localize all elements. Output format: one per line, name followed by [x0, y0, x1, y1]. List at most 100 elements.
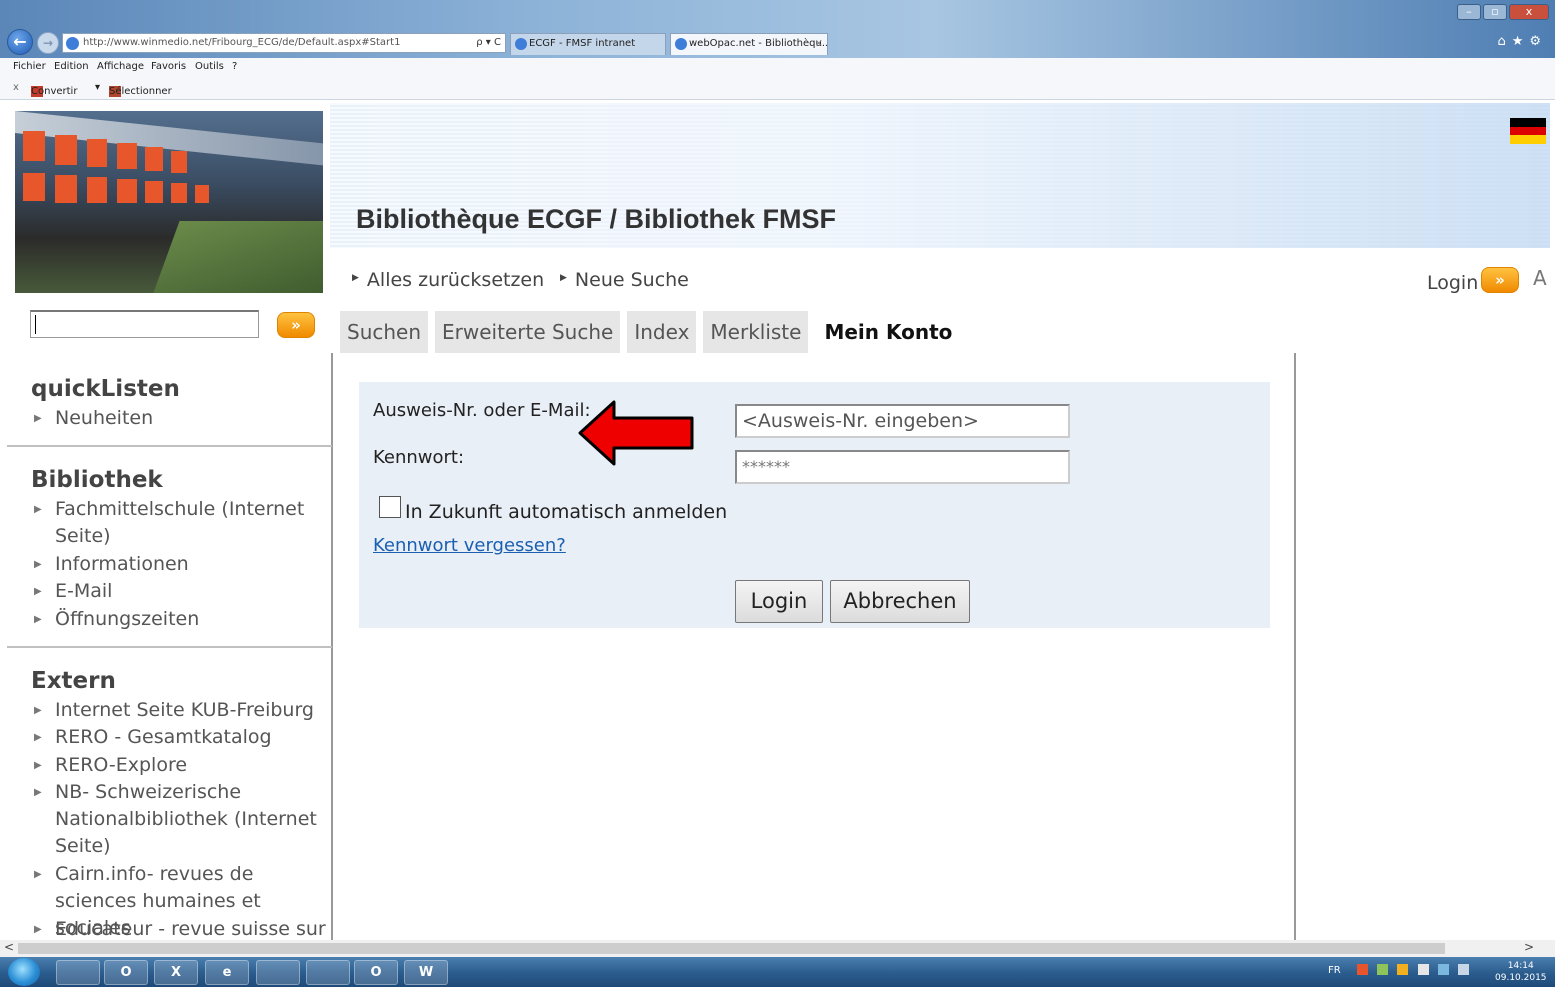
quick-search-go-button[interactable]: »	[277, 312, 315, 338]
taskbar-outlook-icon[interactable]: O	[354, 960, 398, 985]
tab-mein-konto[interactable]: Mein Konto	[815, 311, 962, 353]
clock-time: 14:14	[1507, 961, 1534, 971]
sidebar-item-email[interactable]: ▶ E-Mail	[34, 578, 334, 605]
bullet-icon: ▶	[34, 504, 42, 515]
main-tabs: Suchen Erweiterte Suche Index Merkliste …	[340, 311, 962, 353]
command-close-icon[interactable]: x	[13, 82, 19, 93]
menu-edition[interactable]: Edition	[54, 61, 89, 72]
taskbar-word-icon[interactable]: W	[404, 960, 448, 985]
bullet-icon: ▶	[34, 760, 42, 771]
taskbar: O X e O W FR 14:14 09.10.2015	[0, 957, 1555, 987]
bibliothek-heading: Bibliothek	[31, 467, 163, 493]
sidebar-item-fachmittelschule[interactable]: ▶ Fachmittelschule (Internet Seite)	[34, 496, 334, 550]
tray-app-icon[interactable]	[1417, 964, 1429, 975]
reset-link-label: Alles zurücksetzen	[366, 269, 545, 291]
convert-dropdown-icon[interactable]: ▾	[95, 82, 100, 93]
tab-label: webOpac.net - Bibliothèqu...	[689, 38, 828, 49]
triangle-bullet-icon: ▶	[352, 273, 359, 283]
forgot-password-link[interactable]: Kennwort vergessen?	[373, 535, 566, 556]
content-right-divider	[1294, 353, 1296, 940]
back-arrow-icon[interactable]: ←	[7, 29, 33, 55]
clock[interactable]: 14:14 09.10.2015	[1495, 960, 1547, 984]
command-bar: x Convertir ▾ Sélectionner	[0, 78, 1555, 100]
horizontal-scrollbar[interactable]: < >	[0, 940, 1555, 957]
tab-close-icon[interactable]: ×	[815, 34, 823, 54]
new-search-link-label: Neue Suche	[574, 269, 689, 291]
library-building-photo	[15, 111, 323, 293]
clock-date: 09.10.2015	[1495, 973, 1547, 983]
menu-favoris[interactable]: Favoris	[151, 61, 186, 72]
password-input[interactable]: ******	[735, 450, 1070, 484]
forward-arrow-icon[interactable]: →	[37, 32, 59, 54]
maximize-button[interactable]: ▫	[1483, 4, 1507, 20]
address-url: http://www.winmedio.net/Fribourg_ECG/de/…	[83, 37, 401, 48]
bullet-icon: ▶	[34, 732, 42, 743]
taskbar-chrome-icon[interactable]	[256, 960, 300, 985]
tray-network-icon[interactable]	[1437, 964, 1449, 975]
tab-label: ECGF - FMSF intranet	[529, 38, 636, 49]
bullet-icon: ▶	[34, 559, 42, 570]
new-search-link[interactable]: ▶ Neue Suche	[560, 269, 689, 291]
taskbar-office-icon[interactable]: O	[104, 960, 148, 985]
german-flag-icon[interactable]	[1510, 118, 1546, 144]
address-bar[interactable]: http://www.winmedio.net/Fribourg_ECG/de/…	[62, 33, 506, 53]
bullet-icon: ▶	[34, 586, 42, 597]
tab-suchen[interactable]: Suchen	[340, 311, 429, 353]
tray-volume-icon[interactable]	[1458, 964, 1470, 975]
auto-login-checkbox[interactable]	[379, 496, 401, 518]
minimize-button[interactable]: –	[1457, 4, 1481, 20]
menu-outils[interactable]: Outils	[195, 61, 224, 72]
browser-tab-intranet[interactable]: ECGF - FMSF intranet	[510, 33, 666, 55]
menu-affichage[interactable]: Affichage	[97, 61, 144, 72]
bullet-icon: ▶	[34, 705, 42, 716]
login-link[interactable]: Login	[1427, 272, 1478, 294]
triangle-bullet-icon: ▶	[560, 273, 567, 283]
sidebar-item-rero-explore[interactable]: ▶ RERO-Explore	[34, 752, 334, 779]
tray-app-icon[interactable]	[1397, 964, 1409, 975]
taskbar-excel-icon[interactable]: X	[154, 960, 198, 985]
sidebar-item-nb[interactable]: ▶ NB- Schweizerische Nationalbibliothek (…	[34, 779, 334, 860]
browser-titlebar: – ▫ x ← → http://www.winmedio.net/Fribou…	[0, 0, 1555, 58]
sidebar-item-educateur[interactable]: ▶ Educateur - revue suisse sur	[34, 916, 334, 940]
convert-label: Convertir	[31, 86, 78, 97]
sidebar-item-informationen[interactable]: ▶ Informationen	[34, 551, 334, 578]
taskbar-files-icon[interactable]	[306, 960, 350, 985]
tab-index[interactable]: Index	[627, 311, 697, 353]
font-size-toggle[interactable]: A	[1533, 266, 1547, 290]
bullet-icon: ▶	[34, 614, 42, 625]
menu-fichier[interactable]: Fichier	[13, 61, 46, 72]
tray-app-icon[interactable]	[1357, 964, 1369, 975]
id-input[interactable]: <Ausweis-Nr. eingeben>	[735, 404, 1070, 438]
quick-search-input[interactable]	[30, 310, 259, 338]
scroll-left-arrow-icon[interactable]: <	[4, 940, 14, 954]
sidebar-separator	[7, 646, 332, 648]
cancel-button[interactable]: Abbrechen	[830, 580, 970, 623]
sidebar-item-neuheiten[interactable]: ▶ Neuheiten	[34, 405, 334, 432]
ie-page-icon	[66, 37, 79, 50]
taskbar-ie-icon[interactable]: e	[205, 960, 249, 985]
site-title: Bibliothèque ECGF / Bibliothek FMSF	[356, 204, 836, 234]
menu-help[interactable]: ?	[232, 61, 237, 72]
reset-link[interactable]: ▶ Alles zurücksetzen	[352, 269, 544, 291]
tab-merkliste[interactable]: Merkliste	[703, 311, 809, 353]
sidebar-item-kub[interactable]: ▶ Internet Seite KUB-Freiburg	[34, 697, 334, 724]
language-indicator[interactable]: FR	[1328, 965, 1341, 976]
scrollbar-thumb[interactable]	[18, 943, 1445, 954]
sidebar-item-oeffnungszeiten[interactable]: ▶ Öffnungszeiten	[34, 606, 334, 633]
home-favorites-settings-icons[interactable]: ⌂★⚙	[1497, 34, 1547, 49]
windows-start-icon[interactable]	[8, 958, 40, 986]
login-button[interactable]: Login	[735, 580, 823, 623]
taskbar-explorer-icon[interactable]	[56, 960, 100, 985]
close-window-button[interactable]: x	[1509, 4, 1549, 20]
bullet-icon: ▶	[34, 413, 42, 424]
bullet-icon: ▶	[34, 924, 42, 935]
tray-app-icon[interactable]	[1377, 964, 1389, 975]
address-tools[interactable]: ρ ▾ C	[476, 34, 501, 52]
sidebar-item-rero-gesamtkatalog[interactable]: ▶ RERO - Gesamtkatalog	[34, 724, 334, 751]
browser-tab-webopac[interactable]: webOpac.net - Bibliothèqu... ×	[670, 33, 828, 55]
auto-login-label: In Zukunft automatisch anmelden	[405, 501, 728, 523]
scroll-right-arrow-icon[interactable]: >	[1524, 940, 1534, 954]
extern-heading: Extern	[31, 668, 116, 694]
tab-erweiterte-suche[interactable]: Erweiterte Suche	[435, 311, 621, 353]
login-go-button[interactable]: »	[1481, 267, 1519, 293]
